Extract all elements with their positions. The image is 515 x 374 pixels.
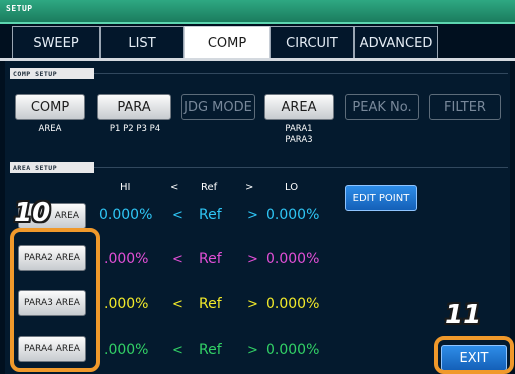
para2-gt: > xyxy=(247,252,258,267)
area-setup-header: AREA SETUP xyxy=(10,162,94,173)
para1-lo-value: 0.000% xyxy=(266,207,320,223)
para4-hi-value: .000% xyxy=(104,342,149,358)
title-bar: SETUP xyxy=(0,0,515,22)
window-title: SETUP xyxy=(6,4,33,13)
comp-setup-header: COMP SETUP xyxy=(10,68,94,79)
para-button-value: P1 P2 P3 P4 xyxy=(109,124,161,134)
filter-button[interactable]: FILTER xyxy=(429,94,501,120)
edit-point-button[interactable]: EDIT POINT xyxy=(345,185,417,211)
para2-lt: < xyxy=(172,252,183,267)
para4-lt: < xyxy=(172,343,183,358)
tab-bar: SWEEP LIST COMP CIRCUIT ADVANCED xyxy=(12,26,438,60)
para3-ref: Ref xyxy=(199,296,222,312)
tab-comp[interactable]: COMP xyxy=(184,26,270,60)
comp-setup-divider xyxy=(94,73,508,74)
comp-button[interactable]: COMP xyxy=(15,94,85,120)
tab-circuit[interactable]: CIRCUIT xyxy=(270,26,354,60)
column-lo: LO xyxy=(285,182,299,193)
para1-ref: Ref xyxy=(199,207,222,223)
tab-sweep[interactable]: SWEEP xyxy=(12,26,100,60)
column-hi: HI xyxy=(120,182,131,193)
jdg-mode-button[interactable]: JDG MODE xyxy=(181,94,255,120)
para3-lo-value: 0.000% xyxy=(266,296,320,312)
peak-no-button[interactable]: PEAK No. xyxy=(345,94,419,120)
area-button[interactable]: AREA xyxy=(264,94,334,120)
para2-lo-value: 0.000% xyxy=(266,251,320,267)
area-setup-divider xyxy=(94,167,508,168)
para4-ref: Ref xyxy=(199,342,222,358)
column-ref: Ref xyxy=(201,182,218,193)
callout-10-number: 10 xyxy=(14,198,51,228)
device-screen: SETUP SWEEP LIST COMP CIRCUIT ADVANCED C… xyxy=(0,0,515,374)
para3-gt: > xyxy=(247,297,258,312)
para3-lt: < xyxy=(172,297,183,312)
para1-hi-value: 0.000% xyxy=(99,207,153,223)
callout-11-number: 11 xyxy=(445,300,482,330)
area-button-value-2: PARA3 xyxy=(285,135,313,145)
para4-lo-value: 0.000% xyxy=(266,342,320,358)
callout-10-highlight xyxy=(10,228,100,372)
para4-gt: > xyxy=(247,343,258,358)
para2-hi-value: .000% xyxy=(104,251,149,267)
para1-area-label: AREA xyxy=(54,211,79,221)
tab-advanced[interactable]: ADVANCED xyxy=(354,26,438,60)
para1-gt: > xyxy=(247,208,258,223)
column-gt: > xyxy=(245,182,254,193)
column-lt: < xyxy=(170,182,179,193)
callout-11-highlight xyxy=(434,336,514,374)
para2-ref: Ref xyxy=(199,251,222,267)
comp-button-value: AREA xyxy=(38,124,62,134)
para1-lt: < xyxy=(172,208,183,223)
para-button[interactable]: PARA xyxy=(97,94,171,120)
para3-hi-value: .000% xyxy=(104,296,149,312)
tab-list[interactable]: LIST xyxy=(100,26,184,60)
area-button-value-1: PARA1 xyxy=(285,124,313,134)
title-bar-divider xyxy=(0,22,515,24)
